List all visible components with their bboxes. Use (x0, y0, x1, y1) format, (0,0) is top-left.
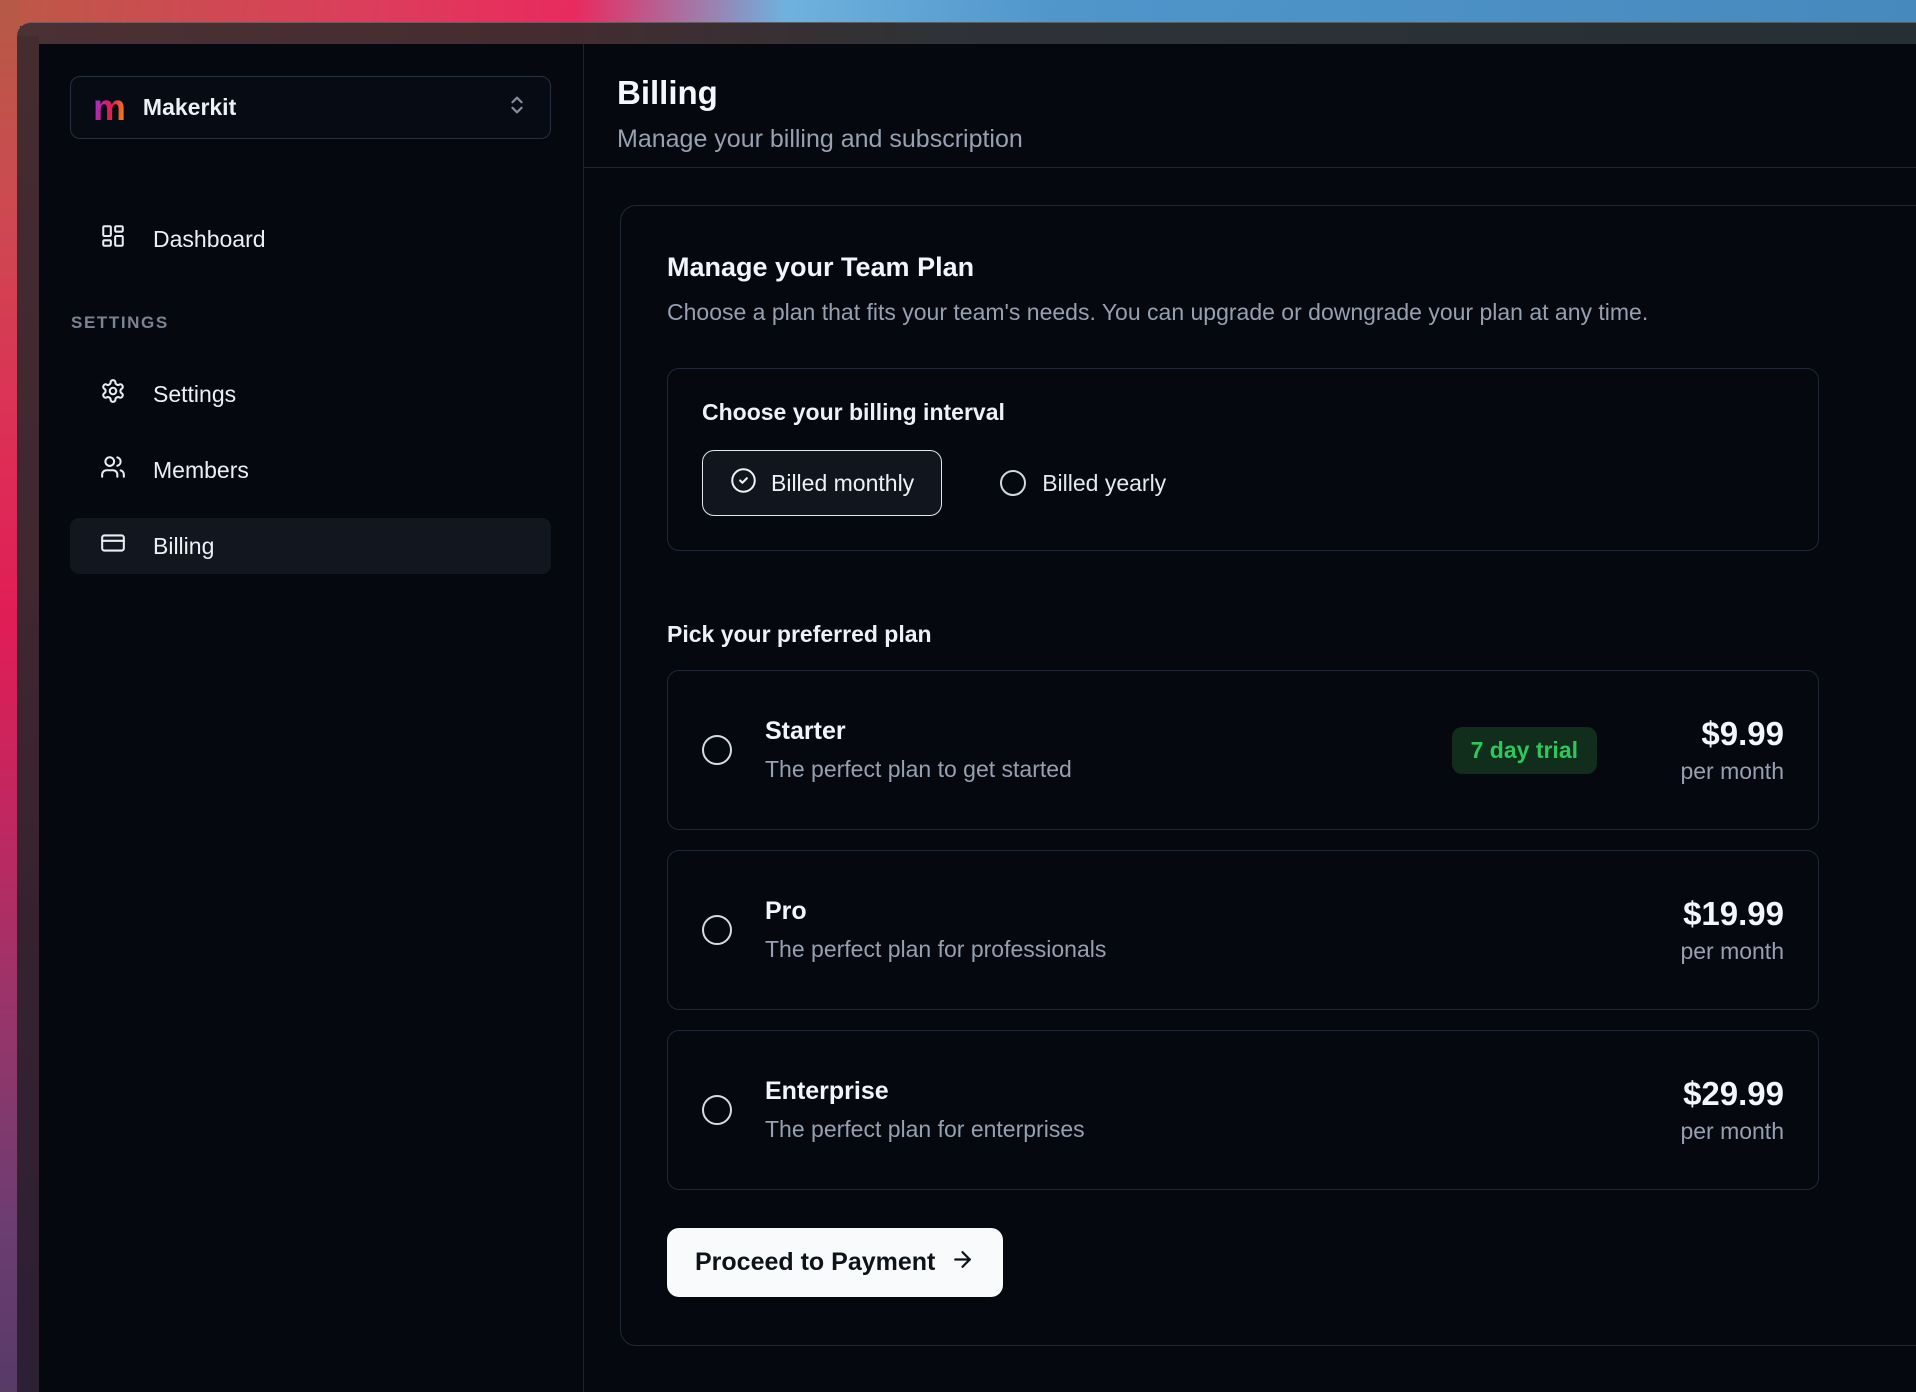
plan-price: $29.99 (1649, 1075, 1784, 1113)
trial-badge: 7 day trial (1452, 727, 1597, 774)
sidebar-item-billing[interactable]: Billing (70, 518, 551, 574)
interval-option-label: Billed monthly (771, 470, 914, 497)
credit-card-icon (100, 530, 126, 562)
main-content: Billing Manage your billing and subscrip… (584, 44, 1916, 1392)
gear-icon (100, 378, 126, 410)
team-name: Makerkit (143, 94, 236, 121)
plan-card-starter[interactable]: Starter The perfect plan to get started … (667, 670, 1819, 830)
plan-period: per month (1649, 938, 1784, 965)
radio-unchecked-icon (1000, 470, 1026, 496)
plan-right: $29.99 per month (1649, 1075, 1784, 1145)
plan-price: $19.99 (1649, 895, 1784, 933)
sidebar-item-settings[interactable]: Settings (70, 366, 551, 422)
window-edge-top (17, 22, 1916, 44)
circle-check-icon (730, 467, 757, 500)
plan-card-enterprise[interactable]: Enterprise The perfect plan for enterpri… (667, 1030, 1819, 1190)
plan-info: Enterprise The perfect plan for enterpri… (765, 1077, 1085, 1143)
plan-list: Starter The perfect plan to get started … (667, 670, 1905, 1190)
sidebar-item-members[interactable]: Members (70, 442, 551, 498)
sidebar-item-label: Dashboard (153, 226, 266, 253)
radio-unchecked-icon[interactable] (702, 915, 732, 945)
plan-name: Enterprise (765, 1077, 1085, 1106)
plan-description: The perfect plan for enterprises (765, 1116, 1085, 1143)
sidebar-item-label: Settings (153, 381, 236, 408)
plan-card-pro[interactable]: Pro The perfect plan for professionals $… (667, 850, 1819, 1010)
interval-option-label: Billed yearly (1042, 470, 1166, 497)
page-subtitle: Manage your billing and subscription (617, 125, 1916, 154)
billing-interval-options: Billed monthly Billed yearly (702, 450, 1784, 516)
proceed-to-payment-label: Proceed to Payment (695, 1248, 935, 1277)
plan-name: Starter (765, 717, 1072, 746)
team-plan-description: Choose a plan that fits your team's need… (667, 299, 1905, 326)
radio-unchecked-icon[interactable] (702, 1095, 732, 1125)
page-header: Billing Manage your billing and subscrip… (584, 44, 1916, 168)
plan-right: $19.99 per month (1649, 895, 1784, 965)
users-icon (100, 454, 126, 486)
billing-interval-label: Choose your billing interval (702, 399, 1784, 426)
plan-description: The perfect plan to get started (765, 756, 1072, 783)
sidebar-item-dashboard[interactable]: Dashboard (70, 211, 551, 267)
dashboard-icon (100, 223, 126, 255)
team-selector[interactable]: m Makerkit (70, 76, 551, 139)
interval-option-monthly[interactable]: Billed monthly (702, 450, 942, 516)
sidebar-settings-group: Settings Members (70, 366, 551, 574)
team-plan-title: Manage your Team Plan (667, 252, 1905, 283)
interval-option-yearly[interactable]: Billed yearly (1000, 470, 1166, 497)
plan-price: $9.99 (1649, 715, 1784, 753)
team-plan-card: Manage your Team Plan Choose a plan that… (620, 205, 1916, 1346)
pick-plan-label: Pick your preferred plan (667, 621, 1905, 648)
plan-price-col: $29.99 per month (1649, 1075, 1784, 1145)
plan-info: Starter The perfect plan to get started (765, 717, 1072, 783)
app-window: m Makerkit Dashboard SETTINGS (39, 44, 1916, 1392)
plan-info: Pro The perfect plan for professionals (765, 897, 1106, 963)
plan-price-col: $9.99 per month (1649, 715, 1784, 785)
plan-period: per month (1649, 1118, 1784, 1145)
sidebar: m Makerkit Dashboard SETTINGS (39, 44, 584, 1392)
makerkit-logo-icon: m (93, 89, 126, 126)
plan-period: per month (1649, 758, 1784, 785)
radio-unchecked-icon[interactable] (702, 735, 732, 765)
plan-name: Pro (765, 897, 1106, 926)
chevrons-up-down-icon (506, 94, 528, 121)
billing-interval-box: Choose your billing interval Billed mont… (667, 368, 1819, 551)
sidebar-item-label: Members (153, 457, 249, 484)
page-title: Billing (617, 74, 1916, 112)
arrow-right-icon (950, 1247, 975, 1279)
plan-description: The perfect plan for professionals (765, 936, 1106, 963)
plan-right: 7 day trial $9.99 per month (1452, 715, 1784, 785)
window-edge-left (17, 36, 39, 1392)
plan-price-col: $19.99 per month (1649, 895, 1784, 965)
proceed-to-payment-button[interactable]: Proceed to Payment (667, 1228, 1003, 1297)
sidebar-section-settings-label: SETTINGS (71, 313, 551, 333)
sidebar-item-label: Billing (153, 533, 214, 560)
page-body: Manage your Team Plan Choose a plan that… (584, 168, 1916, 1392)
